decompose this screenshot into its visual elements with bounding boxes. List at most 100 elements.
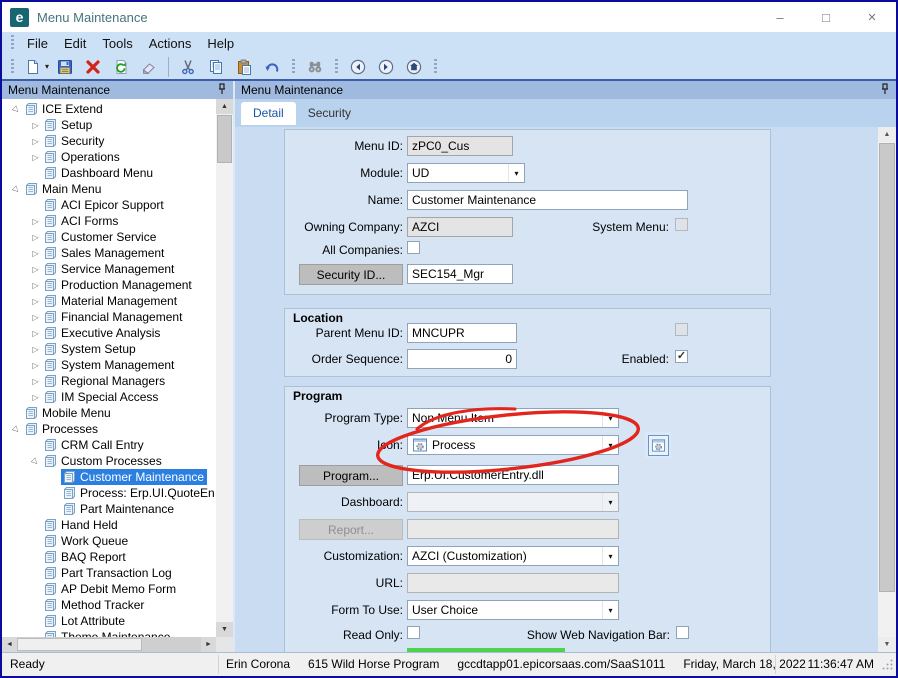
undo-button[interactable] [260,56,284,78]
clear-button[interactable] [137,56,161,78]
menu-id-field[interactable]: zPC0_Cus [407,136,513,156]
tree-item-customer-maintenance[interactable]: Customer Maintenance [2,469,216,485]
tree-item-material-management[interactable]: ▷Material Management [2,293,216,309]
minimize-button[interactable]: – [772,10,788,25]
tree-item-hand-held[interactable]: Hand Held [2,517,216,533]
customization-combo[interactable]: AZCI (Customization) ▾ [407,546,619,566]
expand-arrow-icon[interactable]: ▷ [29,153,42,162]
read-only-checkbox[interactable] [407,626,420,639]
tree-item-custom-processes[interactable]: ▷Custom Processes [2,453,216,469]
tree-item-part-maintenance[interactable]: Part Maintenance [2,501,216,517]
tree-item-regional-managers[interactable]: ▷Regional Managers [2,373,216,389]
collapse-arrow-icon[interactable]: ▷ [9,181,25,197]
menu-item-help[interactable]: Help [199,34,242,53]
form-to-use-combo[interactable]: User Choice ▾ [407,600,619,620]
pin-icon[interactable] [217,83,227,98]
scroll-left-icon[interactable]: ◄ [2,637,17,652]
tree-item-method-tracker[interactable]: Method Tracker [2,597,216,613]
scroll-down-icon[interactable]: ▼ [216,622,233,637]
expand-arrow-icon[interactable]: ▷ [29,329,42,338]
expand-arrow-icon[interactable]: ▷ [29,265,42,274]
tree-scroll-thumb[interactable] [217,115,232,163]
tree-item-dashboard-menu[interactable]: Dashboard Menu [2,165,216,181]
tree-item-processes[interactable]: ▷Processes [2,421,216,437]
program-type-combo[interactable]: Non Menu Item ▾ [407,408,619,428]
menu-item-tools[interactable]: Tools [94,34,140,53]
tree-item-process-erp-ui-quoteen[interactable]: Process: Erp.UI.QuoteEn [2,485,216,501]
collapse-arrow-icon[interactable]: ▷ [9,421,25,437]
tree-item-mobile-menu[interactable]: Mobile Menu [2,405,216,421]
scroll-down-icon[interactable]: ▼ [878,637,896,652]
scroll-up-icon[interactable]: ▲ [216,99,233,114]
tab-security[interactable]: Security [296,102,363,125]
expand-arrow-icon[interactable]: ▷ [29,249,42,258]
tree-item-aci-forms[interactable]: ▷ACI Forms [2,213,216,229]
program-button[interactable]: Program... [299,465,403,486]
expand-arrow-icon[interactable]: ▷ [29,217,42,226]
tree-item-service-management[interactable]: ▷Service Management [2,261,216,277]
paste-button[interactable] [232,56,256,78]
chevron-down-icon[interactable]: ▾ [602,547,618,565]
menu-item-edit[interactable]: Edit [56,34,94,53]
copy-button[interactable] [204,56,228,78]
resize-grip[interactable] [881,658,894,674]
module-combo[interactable]: UD ▾ [407,163,525,183]
program-field[interactable]: Erp.UI.CustomerEntry.dll [407,465,619,485]
tab-detail[interactable]: Detail [241,102,296,125]
show-web-nav-checkbox[interactable] [676,626,689,639]
tree-item-system-setup[interactable]: ▷System Setup [2,341,216,357]
save-button[interactable] [53,56,77,78]
order-sequence-field[interactable]: 0 [407,349,517,369]
chevron-down-icon[interactable]: ▾ [508,164,524,182]
tree-vertical-scrollbar[interactable]: ▲ ▼ [216,99,233,637]
detail-vertical-scrollbar[interactable]: ▲ ▼ [878,127,896,652]
owning-company-field[interactable]: AZCI [407,217,513,237]
tree-horizontal-scrollbar[interactable]: ◄ ► [2,637,216,652]
detail-scroll-thumb[interactable] [879,143,895,592]
expand-arrow-icon[interactable]: ▷ [29,281,42,290]
expand-arrow-icon[interactable]: ▷ [29,233,42,242]
tree-item-production-management[interactable]: ▷Production Management [2,277,216,293]
expand-arrow-icon[interactable]: ▷ [29,297,42,306]
expand-arrow-icon[interactable]: ▷ [29,121,42,130]
scroll-right-icon[interactable]: ► [201,637,216,652]
tree-item-financial-management[interactable]: ▷Financial Management [2,309,216,325]
tree-item-ap-debit-memo-form[interactable]: AP Debit Memo Form [2,581,216,597]
new-button[interactable] [21,56,45,78]
tree-item-security[interactable]: ▷Security [2,133,216,149]
dashboard-combo[interactable]: ▾ [407,492,619,512]
icon-picker-button[interactable] [648,435,669,456]
maximize-button[interactable]: □ [818,10,834,25]
tree-item-im-special-access[interactable]: ▷IM Special Access [2,389,216,405]
back-button[interactable] [346,56,370,78]
tree-item-main-menu[interactable]: ▷Main Menu [2,181,216,197]
chevron-down-icon[interactable]: ▾ [602,601,618,619]
parent-menu-id-field[interactable]: MNCUPR [407,323,517,343]
menu-item-file[interactable]: File [19,34,56,53]
tree-item-system-management[interactable]: ▷System Management [2,357,216,373]
expand-arrow-icon[interactable]: ▷ [29,377,42,386]
expand-arrow-icon[interactable]: ▷ [29,393,42,402]
forward-button[interactable] [374,56,398,78]
cut-button[interactable] [176,56,200,78]
close-button[interactable]: × [864,9,880,26]
home-button[interactable] [402,56,426,78]
tree-item-crm-call-entry[interactable]: CRM Call Entry [2,437,216,453]
chevron-down-icon[interactable]: ▾ [602,409,618,427]
tree-hscroll-thumb[interactable] [17,638,142,651]
new-dropdown-caret-icon[interactable]: ▾ [45,62,49,71]
tree-item-ice-extend[interactable]: ▷ICE Extend [2,101,216,117]
tree-item-baq-report[interactable]: BAQ Report [2,549,216,565]
system-menu-checkbox[interactable] [675,218,688,231]
pin-icon[interactable] [880,83,890,98]
security-id-field[interactable]: SEC154_Mgr [407,264,513,284]
menu-item-actions[interactable]: Actions [141,34,200,53]
collapse-arrow-icon[interactable]: ▷ [28,453,44,469]
location-unlabeled-checkbox[interactable] [675,323,688,336]
tree-item-lot-attribute[interactable]: Lot Attribute [2,613,216,629]
expand-arrow-icon[interactable]: ▷ [29,137,42,146]
tree-item-part-transaction-log[interactable]: Part Transaction Log [2,565,216,581]
delete-button[interactable] [81,56,105,78]
expand-arrow-icon[interactable]: ▷ [29,361,42,370]
all-companies-checkbox[interactable] [407,241,420,254]
